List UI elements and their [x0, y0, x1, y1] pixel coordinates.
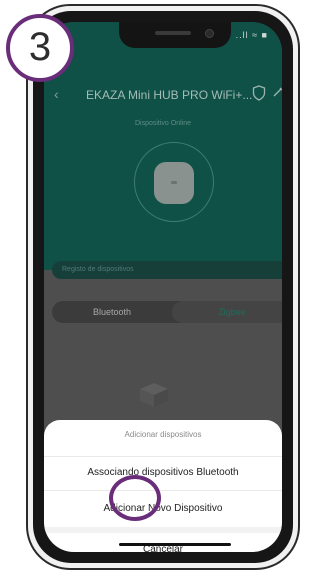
edit-icon[interactable] — [272, 86, 282, 98]
device-header: ‹ EKAZA Mini HUB PRO WiFi+... Dispositiv… — [44, 22, 282, 270]
phone-notch — [119, 22, 231, 48]
back-icon[interactable]: ‹ — [54, 86, 59, 102]
add-device-sheet: Adicionar dispositivos Associando dispos… — [44, 420, 282, 552]
tap-highlight-circle — [109, 475, 161, 521]
step-number-badge: 3 — [6, 14, 74, 82]
option-bluetooth-pairing[interactable]: Associando dispositivos Bluetooth — [44, 467, 282, 478]
tab-bluetooth[interactable]: Bluetooth — [52, 301, 172, 323]
empty-box-icon — [140, 383, 168, 407]
hub-device-icon — [154, 162, 194, 204]
phone-frame: ..ll ≈ ■ ‹ EKAZA Mini HUB PRO WiFi+... D… — [26, 4, 300, 570]
front-camera — [205, 29, 214, 38]
online-status: Dispositivo Online — [134, 120, 192, 127]
device-title: EKAZA Mini HUB PRO WiFi+... — [86, 88, 253, 102]
phone-bezel: ..ll ≈ ■ ‹ EKAZA Mini HUB PRO WiFi+... D… — [33, 11, 293, 563]
sheet-separator — [44, 527, 282, 533]
phone-screen: ..ll ≈ ■ ‹ EKAZA Mini HUB PRO WiFi+... D… — [44, 22, 282, 552]
home-indicator — [119, 543, 231, 546]
option-add-new-device[interactable]: Adicionar Novo Dispositivo — [44, 503, 282, 514]
protocol-tabs: Bluetooth Zigbee — [52, 301, 282, 323]
tab-zigbee[interactable]: Zigbee — [172, 301, 282, 323]
shield-icon[interactable] — [252, 85, 266, 101]
divider — [44, 456, 282, 457]
divider — [44, 490, 282, 491]
status-icons: ..ll ≈ ■ — [235, 30, 268, 40]
device-registry-bar[interactable]: Registo de dispositivos › — [52, 261, 282, 279]
registry-label: Registo de dispositivos — [62, 266, 134, 273]
sheet-title: Adicionar dispositivos — [124, 430, 202, 439]
speaker-grille — [155, 31, 191, 35]
